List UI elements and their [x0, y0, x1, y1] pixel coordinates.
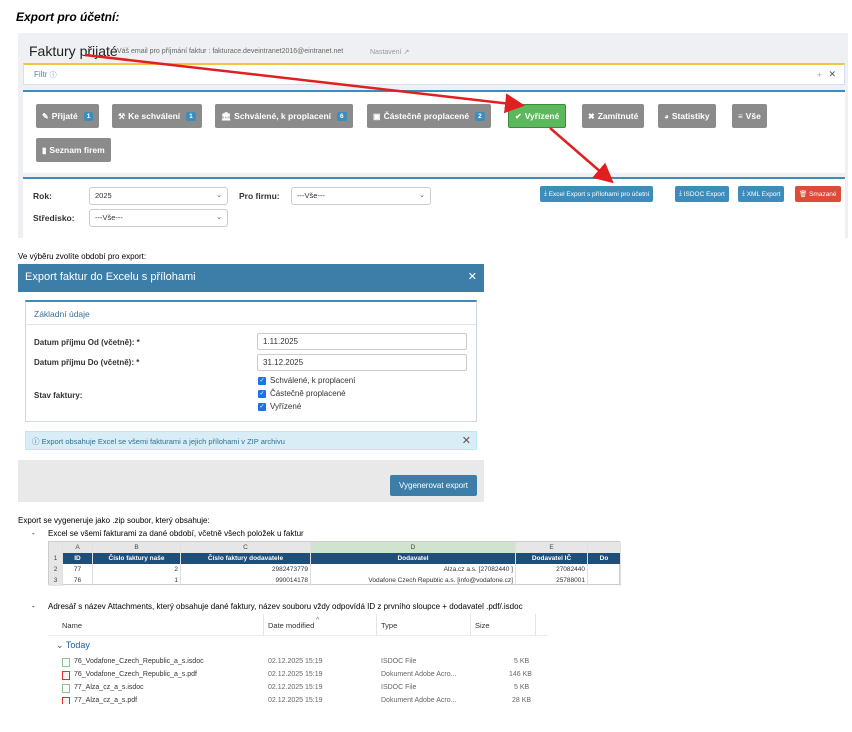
- group-today[interactable]: ⌄ Today: [56, 640, 90, 651]
- generate-export-button[interactable]: Vygenerovat export: [390, 475, 477, 496]
- arrow-to-vyrizene: [84, 53, 525, 114]
- modal-body: Základní údaje Datum příjmu Od (včetně):…: [18, 292, 484, 460]
- checkbox-checked-icon: ✓: [258, 402, 266, 411]
- chevron-up-icon: ^: [316, 617, 320, 624]
- modal-title: Export faktur do Excelu s přílohami: [25, 271, 196, 283]
- column-size[interactable]: Size: [475, 621, 490, 630]
- excel-preview: A B C D E 1 ID Číslo faktury naše Číslo …: [48, 541, 621, 586]
- bullet-attachments: Adresář s název Attachments, který obsah…: [48, 602, 523, 611]
- file-row[interactable]: 76_Vodafone_Czech_Republic_a_s.isdoc 02.…: [48, 656, 548, 669]
- bullet-excel: Excel se všemi fakturami za dané období,…: [48, 529, 304, 538]
- column-header: Name Date modified ^ Type Size: [48, 614, 548, 636]
- table-header-row: 1 ID Číslo faktury naše Číslo faktury do…: [49, 553, 621, 564]
- paragraph-zip: Export se vygeneruje jako .zip soubor, k…: [18, 516, 210, 525]
- file-row[interactable]: 76_Vodafone_Czech_Republic_a_s.pdf 02.12…: [48, 669, 548, 682]
- pdf-file-icon: [62, 671, 70, 680]
- section-title: Základní údaje: [34, 309, 90, 319]
- table-row: 2 77 2 2982473779 Alza.cz a.s. [27082440…: [49, 564, 621, 575]
- table-row: 3 76 1 990014178 Vodafone Czech Republic…: [49, 575, 621, 586]
- checkbox-checked-icon: ✓: [258, 389, 266, 398]
- state-checkbox-castecne[interactable]: ✓ Částečně proplacené: [258, 389, 346, 398]
- chevron-down-icon: ⌄: [56, 640, 64, 650]
- date-to-label: Datum příjmu Do (včetně): *: [34, 358, 140, 367]
- info-alert: ⓘ Export obsahuje Excel se všemi faktura…: [25, 431, 477, 450]
- info-icon: ⓘ: [32, 437, 40, 446]
- close-icon[interactable]: ✕: [462, 434, 471, 447]
- basic-info-box: Základní údaje Datum příjmu Od (včetně):…: [25, 300, 477, 422]
- bullet-dash: -: [32, 602, 35, 611]
- annotation-arrows: [84, 53, 614, 184]
- state-checkbox-vyrizene[interactable]: ✓ Vyřízené: [258, 402, 301, 411]
- arrow-to-excel-export: [549, 127, 614, 184]
- column-name[interactable]: Name: [62, 621, 82, 630]
- date-from-input[interactable]: 1.11.2025: [257, 333, 467, 350]
- close-icon[interactable]: ✕: [468, 270, 477, 283]
- column-date[interactable]: Date modified: [268, 621, 314, 630]
- file-explorer: Name Date modified ^ Type Size ⌄ Today 7…: [48, 614, 548, 704]
- modal-header: Export faktur do Excelu s přílohami ✕: [18, 264, 484, 292]
- file-row[interactable]: 77_Alza_cz_a_s.pdf 02.12.2025 15:19 Doku…: [48, 695, 548, 704]
- column-type[interactable]: Type: [381, 621, 397, 630]
- pdf-file-icon: [62, 697, 70, 704]
- date-to-input[interactable]: 31.12.2025: [257, 354, 467, 371]
- bullet-dash: -: [32, 529, 35, 538]
- checkbox-checked-icon: ✓: [258, 376, 266, 385]
- state-label: Stav faktury:: [34, 391, 83, 400]
- file-row[interactable]: 77_Alza_cz_a_s.isdoc 02.12.2025 15:19 IS…: [48, 682, 548, 695]
- date-from-label: Datum příjmu Od (včetně): *: [34, 338, 140, 347]
- export-modal: Export faktur do Excelu s přílohami ✕ Zá…: [18, 264, 484, 502]
- state-checkbox-schvalene[interactable]: ✓ Schválené, k proplacení: [258, 376, 355, 385]
- isdoc-file-icon: [62, 658, 70, 667]
- isdoc-file-icon: [62, 684, 70, 693]
- divider: [26, 324, 476, 325]
- paragraph-period: Ve výběru zvolíte období pro export:: [18, 252, 147, 261]
- column-letters-row: A B C D E: [49, 542, 621, 553]
